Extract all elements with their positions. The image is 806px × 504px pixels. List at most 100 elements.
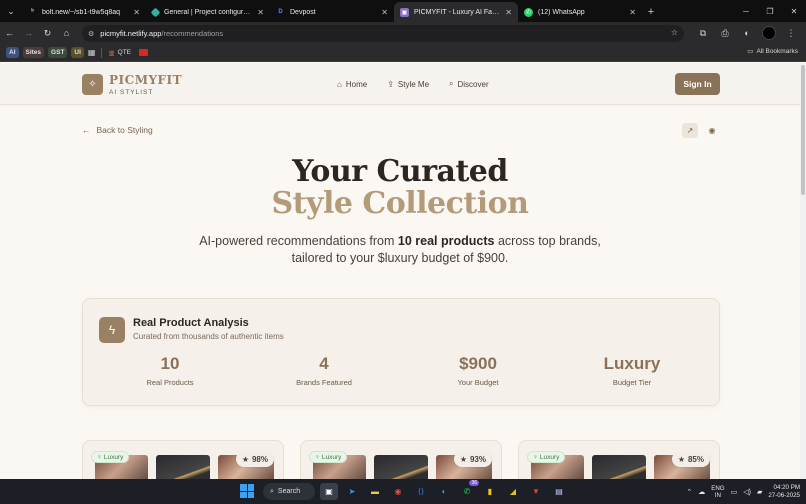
tab-title: (12) WhatsApp: [538, 8, 585, 16]
widgets-icon[interactable]: ▣: [320, 483, 338, 500]
eye-icon[interactable]: ◉: [705, 123, 719, 138]
lightning-icon: ϟ: [99, 317, 125, 343]
browser-tab-strip: ⌄ ᵇ bolt.new/~/sb1-t9w5q8aq ✕ General | …: [0, 0, 806, 22]
tab-bolt[interactable]: ᵇ bolt.new/~/sb1-t9w5q8aq ✕: [22, 2, 146, 22]
product-image[interactable]: [156, 455, 210, 479]
product-card[interactable]: ♀ Luxury ★ 93%: [300, 440, 502, 479]
chevron-up-icon[interactable]: ⌃: [686, 488, 692, 496]
close-icon[interactable]: ✕: [257, 8, 264, 17]
screen-tool-icon[interactable]: ▤: [550, 483, 568, 500]
clock[interactable]: 04:20 PM 27-06-2025: [768, 484, 800, 500]
stat-label: Budget Tier: [612, 378, 652, 387]
vscode-icon[interactable]: ⟨⟩: [412, 483, 430, 500]
back-icon[interactable]: ←: [0, 22, 19, 44]
telegram-icon[interactable]: ➤: [343, 483, 361, 500]
score-value: 85%: [687, 454, 704, 464]
close-window-icon[interactable]: ✕: [782, 0, 806, 22]
hero-desc-bold: 10 real products: [397, 234, 495, 248]
all-bookmarks[interactable]: ▭ All Bookmarks: [747, 47, 798, 56]
chrome-icon[interactable]: ◉: [389, 483, 407, 500]
browser-toolbar: ← → ↻ ⌂ ⚙ picmyfit.netlify.app/recommend…: [0, 22, 806, 44]
language-indicator[interactable]: ENG IN: [711, 485, 724, 499]
sign-in-button[interactable]: Sign In: [675, 73, 720, 95]
luxury-badge: ♀ Luxury: [527, 451, 566, 463]
product-image[interactable]: [374, 455, 428, 479]
edge-icon[interactable]: ◐: [435, 483, 453, 500]
forward-icon[interactable]: →: [19, 22, 38, 44]
tag-icon: ♀: [315, 453, 320, 461]
tab-title: bolt.new/~/sb1-t9w5q8aq: [42, 8, 121, 16]
address-bar[interactable]: ⚙ picmyfit.netlify.app/recommendations ☆: [82, 25, 684, 42]
files-icon[interactable]: ◢: [504, 483, 522, 500]
tab-netlify[interactable]: General | Project configuration ✕: [146, 2, 270, 22]
tab-title: PICMYFIT - Luxury AI Fashion St: [414, 8, 502, 16]
bookmark-link[interactable]: ▥ QTE: [108, 49, 131, 57]
incognito-icon[interactable]: ◐: [736, 28, 758, 38]
score-value: 93%: [469, 454, 486, 464]
scrollbar-thumb[interactable]: [801, 65, 805, 195]
profile-avatar[interactable]: [762, 26, 776, 40]
bookmark-star-icon[interactable]: ☆: [671, 28, 678, 37]
site-info-icon[interactable]: ⚙: [88, 30, 94, 38]
stat-value: $900: [459, 354, 497, 373]
minimize-icon[interactable]: ─: [734, 0, 758, 22]
url-path: /recommendations: [161, 29, 224, 38]
close-icon[interactable]: ✕: [133, 8, 140, 17]
flag-icon[interactable]: [139, 49, 149, 56]
bookmark-folder[interactable]: AI: [6, 47, 19, 58]
upload-icon: ⇪: [387, 79, 394, 89]
cloud-icon[interactable]: ☁: [698, 488, 705, 496]
match-score: ★ 98%: [235, 451, 274, 467]
product-card[interactable]: ♀ Luxury ★ 98%: [82, 440, 284, 479]
windows-start-icon[interactable]: [240, 484, 254, 498]
close-icon[interactable]: ✕: [381, 8, 388, 17]
battery-icon[interactable]: ▰: [757, 488, 762, 496]
brand-name[interactable]: PICMYFIT: [109, 73, 182, 87]
back-to-styling-link[interactable]: ← Back to Styling: [82, 125, 153, 135]
bookmark-folder[interactable]: GST: [48, 47, 68, 58]
trending-icon[interactable]: ↗: [682, 123, 698, 138]
nav-home[interactable]: ⌂ Home: [337, 79, 367, 89]
tab-devpost[interactable]: D Devpost ✕: [270, 2, 394, 22]
stat-value: 4: [319, 354, 329, 373]
nav-discover[interactable]: ⌕ Discover: [449, 79, 489, 89]
bookmark-folder[interactable]: Sites: [22, 47, 45, 58]
toolbar-actions: ⧉ ⎙ ◐ ⋮: [692, 22, 802, 44]
close-icon[interactable]: ✕: [629, 8, 636, 17]
tab-search-icon[interactable]: ⌄: [0, 0, 22, 22]
home-icon[interactable]: ⌂: [57, 22, 76, 44]
new-tab-button[interactable]: +: [642, 2, 660, 22]
tab-picmyfit[interactable]: ▣ PICMYFIT - Luxury AI Fashion St ✕: [394, 2, 518, 22]
stat-label: Your Budget: [457, 378, 499, 387]
volume-icon[interactable]: ◁): [743, 488, 751, 496]
sticky-notes-icon[interactable]: ▮: [481, 483, 499, 500]
taskbar-apps: ▣ ➤ ▬ ◉ ⟨⟩ ◐ ✆ 36 ▮ ◢ ▼ ▤: [320, 480, 568, 500]
hero-desc-pre: AI-powered recommendations from: [199, 234, 398, 248]
close-icon[interactable]: ✕: [505, 8, 512, 17]
taskbar-search[interactable]: ⌕ Search: [263, 483, 315, 500]
extensions-icon[interactable]: ⧉: [692, 28, 714, 39]
page-scrollbar[interactable]: [800, 63, 806, 479]
bookmark-folder[interactable]: UI: [71, 47, 84, 58]
sparkle-icon[interactable]: ✧: [82, 74, 103, 95]
notification-badge: 36: [469, 480, 479, 486]
restore-icon[interactable]: ❐: [758, 0, 782, 22]
hero-title-line-2: Style Collection: [271, 186, 530, 221]
tab-whatsapp[interactable]: ✆ (12) WhatsApp ✕: [518, 2, 642, 22]
file-explorer-icon[interactable]: ▬: [366, 483, 384, 500]
apps-grid-icon[interactable]: ▦: [88, 48, 96, 57]
menu-kebab-icon[interactable]: ⋮: [780, 28, 802, 39]
product-image[interactable]: [592, 455, 646, 479]
bookmark-separator: [101, 47, 103, 58]
brave-icon[interactable]: ▼: [527, 483, 545, 500]
devpost-icon: D: [278, 9, 283, 15]
hero-title-line-1: Your Curated: [292, 154, 508, 189]
product-card[interactable]: ♀ Luxury ★ 85%: [518, 440, 720, 479]
stat-tier: Luxury Budget Tier: [572, 354, 692, 387]
reload-icon[interactable]: ↻: [38, 22, 57, 44]
cast-icon[interactable]: ⎙: [714, 28, 736, 39]
nav-style-me[interactable]: ⇪ Style Me: [387, 79, 429, 89]
stat-real-products: 10 Real Products: [110, 354, 230, 387]
whatsapp-taskbar-icon[interactable]: ✆ 36: [458, 480, 479, 500]
display-icon[interactable]: ▭: [731, 488, 738, 496]
